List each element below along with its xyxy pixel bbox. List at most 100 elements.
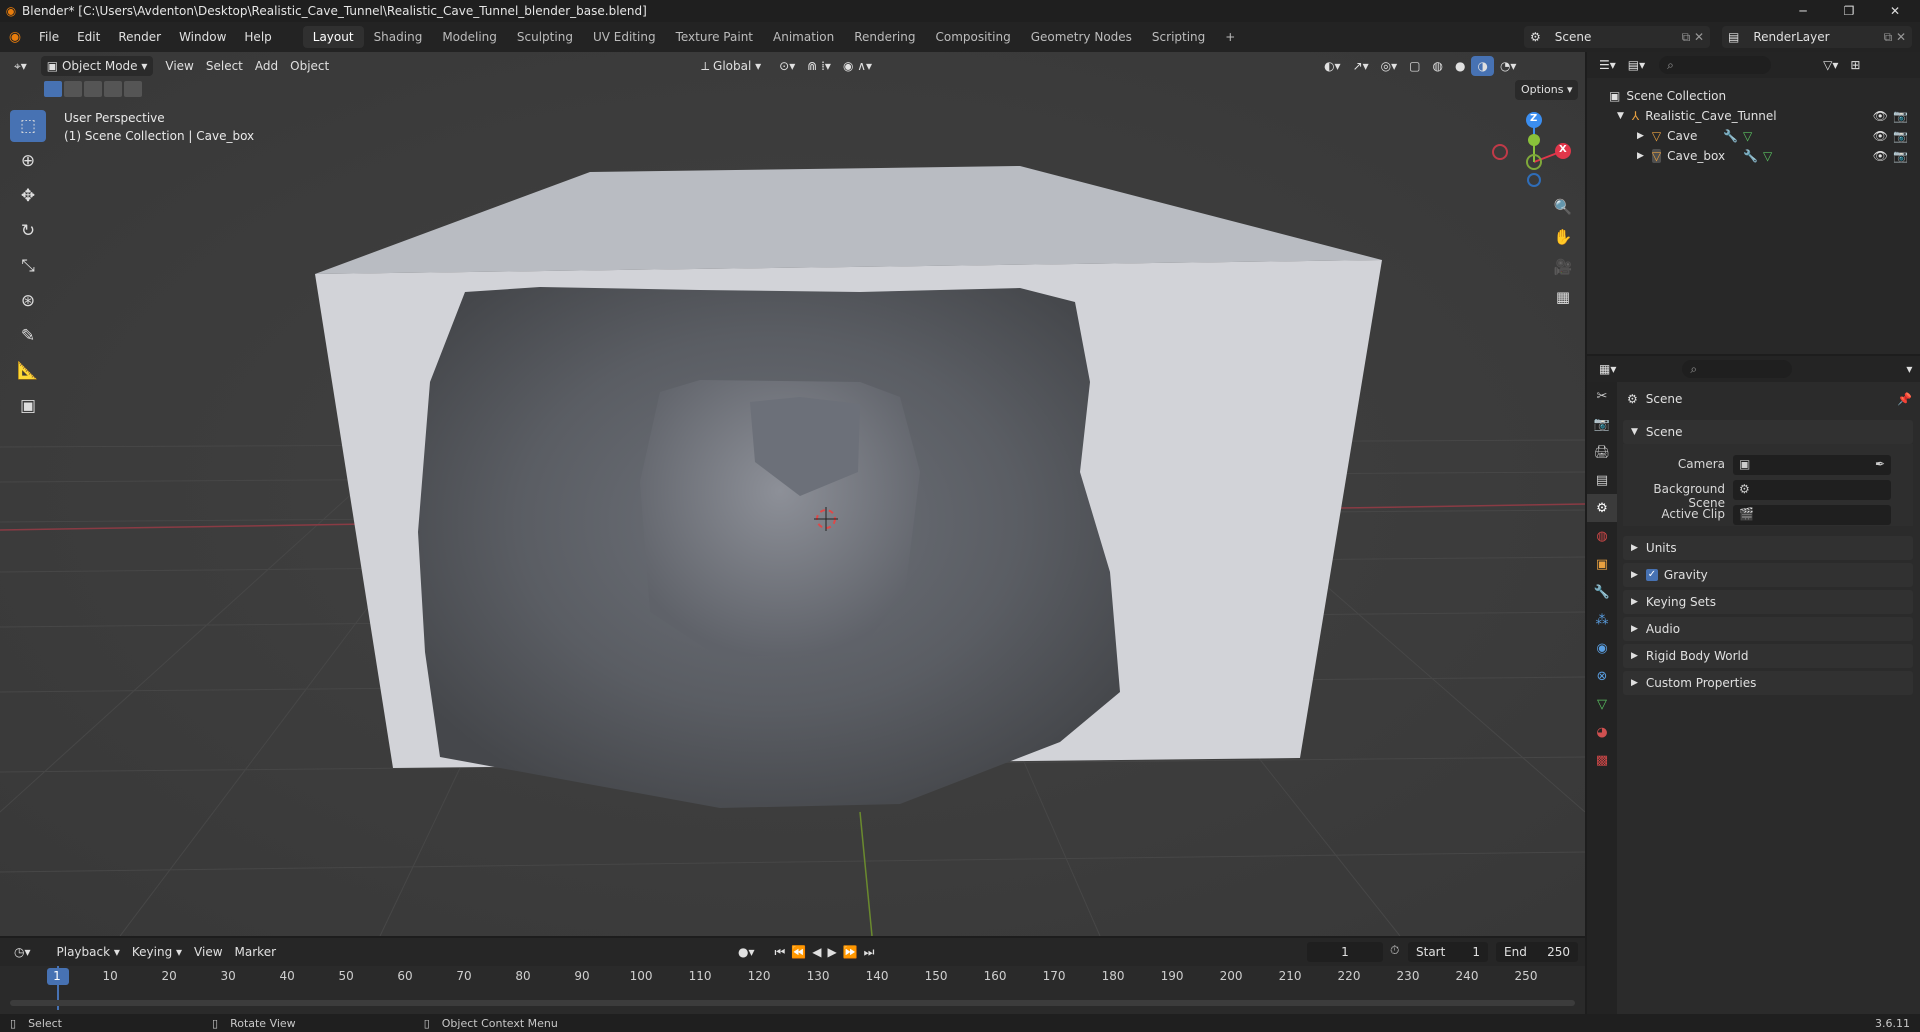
camera-view-icon[interactable]: 🎥 xyxy=(1550,254,1576,280)
select-extend-icon[interactable] xyxy=(64,81,82,97)
collection-render-icon[interactable]: 📷 xyxy=(1893,109,1908,123)
add-workspace-button[interactable]: + xyxy=(1215,26,1245,48)
collection-visibility-icon[interactable]: 👁 xyxy=(1873,109,1888,123)
select-subtract-icon[interactable] xyxy=(84,81,102,97)
tab-geometry-nodes[interactable]: Geometry Nodes xyxy=(1021,26,1142,48)
display-mode-icon[interactable]: ▤▾ xyxy=(1622,55,1651,75)
modifiers-tab-icon[interactable]: 🔧 xyxy=(1587,578,1617,606)
viewport-menu-view[interactable]: View xyxy=(159,56,199,76)
mode-dropdown[interactable]: ▣ Object Mode ▾ xyxy=(40,56,154,76)
cave-render-icon[interactable]: 📷 xyxy=(1893,129,1908,143)
audio-panel[interactable]: ▶ Audio xyxy=(1623,617,1913,641)
scene-tab-icon[interactable]: ⚙ xyxy=(1587,494,1617,522)
material-tab-icon[interactable]: ◕ xyxy=(1587,718,1617,746)
object-tab-icon[interactable]: ▣ xyxy=(1587,550,1617,578)
keying-menu[interactable]: Keying ▾ xyxy=(126,942,188,962)
viewport-menu-select[interactable]: Select xyxy=(200,56,249,76)
gravity-checkbox[interactable]: ✓ xyxy=(1645,569,1658,581)
shading-material-icon[interactable]: ◑ xyxy=(1471,56,1494,76)
tab-uv-editing[interactable]: UV Editing xyxy=(583,26,666,48)
tool-tab-icon[interactable]: ✂ xyxy=(1587,382,1617,410)
timeline-area[interactable]: 1 10 20 30 40 50 60 70 80 90 100 110 120 130 140 150 160… xyxy=(0,966,1585,1014)
pivot-icon[interactable]: ⊙▾ xyxy=(773,56,801,76)
custom-properties-panel[interactable]: ▶ Custom Properties xyxy=(1623,671,1913,695)
rigid-body-world-panel[interactable]: ▶ Rigid Body World xyxy=(1623,644,1913,668)
measure-icon[interactable]: 📐 xyxy=(10,355,46,387)
options-dropdown[interactable]: Options ▾ xyxy=(1515,80,1579,100)
maximize-button[interactable]: ❐ xyxy=(1826,0,1872,22)
camera-field[interactable]: ▣ ✒ xyxy=(1733,455,1891,475)
annotate-icon[interactable]: ✎ xyxy=(10,320,46,352)
output-tab-icon[interactable]: 🖨 xyxy=(1587,438,1617,466)
proportional-edit-icon[interactable]: ◉ ∧▾ xyxy=(837,56,878,76)
end-frame-field[interactable]: End 250 xyxy=(1496,942,1578,962)
texture-tab-icon[interactable]: ▩ xyxy=(1587,746,1617,774)
shading-solid-icon[interactable]: ● xyxy=(1449,56,1471,76)
record-icon[interactable]: ●▾ xyxy=(732,942,761,962)
outliner-row-scene-collection[interactable]: ▣ Scene Collection xyxy=(1587,86,1920,106)
outliner-row-collection[interactable]: ▼ ⅄ Realistic_Cave_Tunnel 👁 📷 xyxy=(1587,106,1920,126)
tab-rendering[interactable]: Rendering xyxy=(844,26,925,48)
select-box-icon[interactable]: ⬚ xyxy=(10,110,46,142)
pan-hand-icon[interactable]: ✋ xyxy=(1550,224,1576,250)
view-layer-selector[interactable]: ▤ RenderLayer ⧉ ✕ xyxy=(1722,26,1912,48)
scene-panel-header[interactable]: ▼ Scene xyxy=(1623,420,1913,444)
rotate-icon[interactable]: ↻ xyxy=(10,215,46,247)
transform-icon[interactable]: ⊛ xyxy=(10,285,46,317)
data-tab-icon[interactable]: ▽ xyxy=(1587,690,1617,718)
expand-cave-box-icon[interactable]: ▶ xyxy=(1637,151,1644,161)
select-new-icon[interactable] xyxy=(44,81,62,97)
stopwatch-icon[interactable]: ⏱ xyxy=(1390,943,1399,958)
view-layer-copy-icon[interactable]: ⧉ ✕ xyxy=(1884,30,1906,45)
tab-animation[interactable]: Animation xyxy=(763,26,844,48)
add-cube-icon[interactable]: ▣ xyxy=(10,390,46,422)
menu-window[interactable]: Window xyxy=(170,26,235,48)
menu-render[interactable]: Render xyxy=(109,26,170,48)
viewport-menu-add[interactable]: Add xyxy=(249,56,284,76)
outliner-row-cave-box[interactable]: ▶ ▽ Cave_box 🔧 ▽ 👁 📷 xyxy=(1587,146,1920,166)
tab-texture-paint[interactable]: Texture Paint xyxy=(666,26,763,48)
marker-menu[interactable]: Marker xyxy=(229,942,282,962)
snap-icon[interactable]: ⋒ ⁞▾ xyxy=(801,56,837,76)
outliner-editor-icon[interactable]: ☰▾ xyxy=(1593,55,1622,75)
move-icon[interactable]: ✥ xyxy=(10,180,46,212)
tab-compositing[interactable]: Compositing xyxy=(925,26,1020,48)
menu-file[interactable]: File xyxy=(30,26,68,48)
cave-box-render-icon[interactable]: 📷 xyxy=(1893,149,1908,163)
units-panel[interactable]: ▶ Units xyxy=(1623,536,1913,560)
xray-icon[interactable]: ▢ xyxy=(1403,56,1426,76)
outliner-search-input[interactable]: ⌕ xyxy=(1659,56,1772,74)
zoom-icon[interactable]: 🔍 xyxy=(1550,194,1576,220)
filter-icon[interactable]: ▽▾ xyxy=(1817,55,1844,75)
properties-search-input[interactable]: ⌕ xyxy=(1682,360,1793,378)
timeline-editor-icon[interactable]: ◷▾ xyxy=(8,942,37,962)
select-invert-icon[interactable] xyxy=(104,81,122,97)
visibility-icon[interactable]: ◐▾ xyxy=(1318,56,1347,76)
tab-sculpting[interactable]: Sculpting xyxy=(507,26,583,48)
particles-tab-icon[interactable]: ⁂ xyxy=(1587,606,1617,634)
expand-cave-icon[interactable]: ▶ xyxy=(1637,131,1644,141)
overlay-toggle-icon[interactable]: ◎▾ xyxy=(1375,56,1404,76)
scene-selector[interactable]: ⚙ Scene ⧉ ✕ xyxy=(1524,26,1710,48)
eyedropper-icon[interactable]: ✒ xyxy=(1875,457,1885,471)
shading-wireframe-icon[interactable]: ◍ xyxy=(1426,56,1448,76)
world-tab-icon[interactable]: ◍ xyxy=(1587,522,1617,550)
scene-pin-icon[interactable]: ⧉ ✕ xyxy=(1682,30,1704,45)
3d-viewport[interactable]: Z X ⌖▾ ▣ Object Mode ▾ View Select Add O… xyxy=(0,52,1585,936)
properties-options-icon[interactable]: ▾ xyxy=(1900,359,1918,379)
active-clip-field[interactable]: 🎬 xyxy=(1733,505,1891,525)
outliner-row-cave[interactable]: ▶ ▽ Cave 🔧 ▽ 👁 📷 xyxy=(1587,126,1920,146)
close-button[interactable]: ✕ xyxy=(1872,0,1918,22)
editor-type-icon[interactable]: ⌖▾ xyxy=(8,56,33,76)
cave-box-visibility-icon[interactable]: 👁 xyxy=(1873,149,1888,163)
frame-ruler[interactable]: 1 10 20 30 40 50 60 70 80 90 100 110 120 130 140 150 160… xyxy=(0,966,1585,986)
select-intersect-icon[interactable] xyxy=(124,81,142,97)
keying-sets-panel[interactable]: ▶ Keying Sets xyxy=(1623,590,1913,614)
menu-help[interactable]: Help xyxy=(235,26,280,48)
tab-scripting[interactable]: Scripting xyxy=(1142,26,1215,48)
properties-editor-icon[interactable]: ▦▾ xyxy=(1593,359,1622,379)
cursor-icon[interactable]: ⊕ xyxy=(10,145,46,177)
blender-menu-icon[interactable]: ◉ xyxy=(0,29,30,45)
background-scene-field[interactable]: ⚙ xyxy=(1733,480,1891,500)
gravity-panel[interactable]: ▶ ✓ Gravity xyxy=(1623,563,1913,587)
